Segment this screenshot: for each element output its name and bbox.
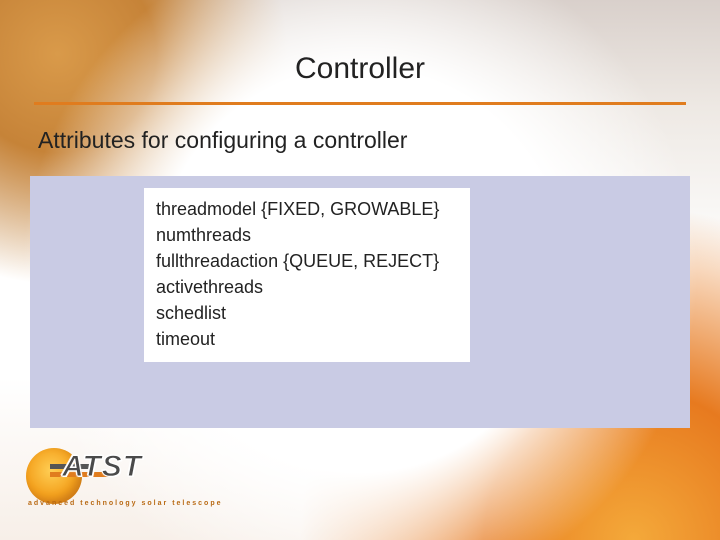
logo-acronym: ATST: [62, 450, 142, 484]
slide: Controller Attributes for configuring a …: [0, 0, 720, 540]
attribute-line: threadmodel {FIXED, GROWABLE}: [156, 196, 458, 222]
logo-tagline: advanced technology solar telescope: [28, 500, 223, 507]
content-panel: threadmodel {FIXED, GROWABLE} numthreads…: [30, 176, 690, 428]
attribute-line: schedlist: [156, 300, 458, 326]
attribute-line: numthreads: [156, 222, 458, 248]
attributes-box: threadmodel {FIXED, GROWABLE} numthreads…: [144, 188, 470, 362]
attribute-line: fullthreadaction {QUEUE, REJECT}: [156, 248, 458, 274]
atst-logo: ATST advanced technology solar telescope: [26, 448, 176, 518]
attribute-line: timeout: [156, 326, 458, 352]
slide-content: Controller Attributes for configuring a …: [0, 0, 720, 540]
title-rule: [34, 102, 686, 105]
slide-subtitle: Attributes for configuring a controller: [38, 127, 720, 154]
attribute-line: activethreads: [156, 274, 458, 300]
slide-title: Controller: [0, 0, 720, 96]
